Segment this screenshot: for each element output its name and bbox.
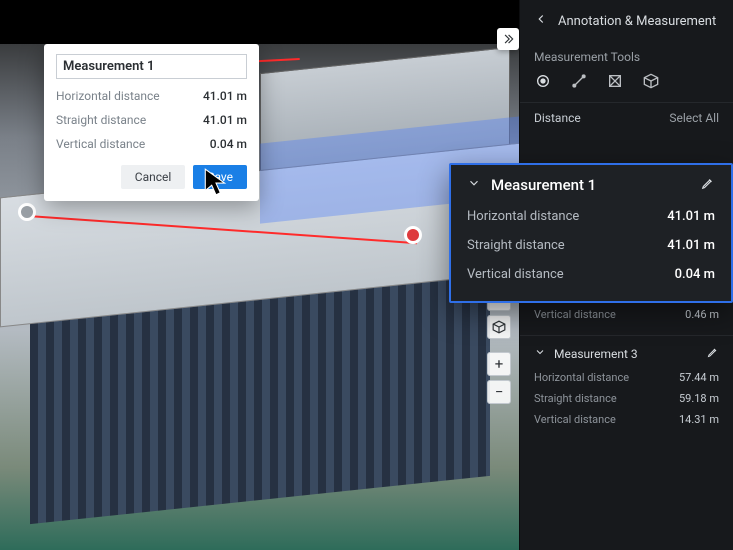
m2-vd-value: 0.46 m	[685, 308, 719, 321]
m3-hd-value: 57.44 m	[679, 371, 719, 384]
vd-label: Vertical distance	[56, 137, 145, 151]
hl-vd-label: Vertical distance	[467, 267, 564, 282]
zoom-out-button[interactable]: −	[487, 380, 511, 404]
m3-vd-label: Vertical distance	[534, 413, 616, 426]
edit-icon[interactable]	[701, 175, 715, 194]
m3-vd-value: 14.31 m	[679, 413, 719, 426]
select-all-button[interactable]: Select All	[669, 111, 719, 125]
hd-label: Horizontal distance	[56, 89, 160, 103]
measurement-group-3[interactable]: Measurement 3 Horizontal distance 57.44 m…	[520, 335, 733, 440]
line-tool[interactable]	[570, 72, 588, 90]
hl-hd-label: Horizontal distance	[467, 209, 579, 224]
view-cube-button[interactable]	[487, 315, 511, 339]
measurement-popup: Horizontal distance 41.01 m Straight dis…	[44, 44, 259, 201]
m3-sd-value: 59.18 m	[679, 392, 719, 405]
distance-section-label: Distance	[534, 111, 581, 125]
highlight-title: Measurement 1	[491, 176, 596, 194]
hl-sd-value: 41.01 m	[667, 238, 715, 253]
popup-row-horizontal: Horizontal distance 41.01 m	[56, 89, 247, 103]
volume-tool[interactable]	[642, 72, 660, 90]
m3-hd-label: Horizontal distance	[534, 371, 629, 384]
hl-vd-value: 0.04 m	[675, 267, 715, 282]
vd-value: 0.04 m	[210, 137, 247, 151]
edit-icon[interactable]	[707, 346, 719, 361]
hd-value: 41.01 m	[203, 89, 247, 103]
m3-sd-label: Straight distance	[534, 392, 617, 405]
hl-hd-value: 41.01 m	[667, 209, 715, 224]
area-tool[interactable]	[606, 72, 624, 90]
chevron-down-icon[interactable]	[534, 346, 546, 361]
point-marker-start[interactable]	[18, 203, 36, 221]
cancel-button[interactable]: Cancel	[121, 165, 186, 189]
popup-row-straight: Straight distance 41.01 m	[56, 113, 247, 127]
chevron-down-icon[interactable]	[467, 175, 481, 194]
point-tool[interactable]	[534, 72, 552, 90]
panel-title: Annotation & Measurement	[558, 14, 716, 29]
hl-sd-label: Straight distance	[467, 238, 565, 253]
point-marker-end[interactable]	[404, 226, 422, 244]
m2-vd-label: Vertical distance	[534, 308, 616, 321]
measurement-name-input[interactable]	[56, 54, 247, 79]
sd-label: Straight distance	[56, 113, 146, 127]
collapse-panel-button[interactable]	[497, 28, 519, 50]
zoom-in-button[interactable]: +	[487, 352, 511, 376]
popup-row-vertical: Vertical distance 0.04 m	[56, 137, 247, 151]
tools-section-label: Measurement Tools	[520, 40, 733, 72]
m3-title: Measurement 3	[554, 347, 638, 361]
back-button[interactable]	[534, 12, 548, 30]
save-button[interactable]: Save	[193, 165, 247, 189]
sd-value: 41.01 m	[203, 113, 247, 127]
measurement-highlight-card[interactable]: Measurement 1 Horizontal distance 41.01 m…	[449, 163, 733, 303]
